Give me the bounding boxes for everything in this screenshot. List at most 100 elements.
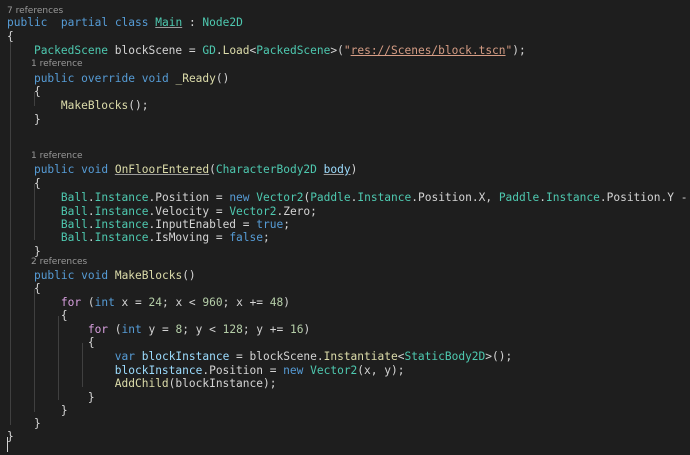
code-token: ) <box>303 323 311 336</box>
code-line: var blockInstance = blockScene.Instantia… <box>7 350 512 363</box>
code-line: } <box>7 113 41 126</box>
code-line: { <box>7 85 41 98</box>
code-token: ; y += <box>242 323 290 336</box>
code-line: } <box>7 391 95 404</box>
code-token: public <box>7 16 48 29</box>
code-token: Instance <box>545 191 600 204</box>
code-token: (x, y); <box>357 364 405 377</box>
code-token: 24 <box>148 296 162 309</box>
code-token: CharacterBody2D <box>215 163 317 176</box>
code-token: Vector2 <box>310 364 358 377</box>
code-token: PackedScene <box>256 44 331 57</box>
code-token: () <box>215 72 230 85</box>
code-token: public <box>33 163 75 176</box>
code-token: ; x < <box>161 296 203 309</box>
code-token: 48 <box>269 296 284 309</box>
code-token: Vector2 <box>229 205 277 218</box>
code-line: } <box>7 404 68 417</box>
code-line: { <box>7 30 14 43</box>
code-token: 960 <box>202 296 223 309</box>
code-line: public void OnFloorEntered(CharacterBody… <box>7 163 357 176</box>
code-token: new <box>229 191 250 204</box>
code-token: } <box>7 113 41 126</box>
code-token: Paddle <box>310 191 351 204</box>
code-token: Instance <box>94 205 149 218</box>
code-line: { <box>7 177 41 190</box>
code-token: (); <box>128 99 149 112</box>
code-token: } <box>7 430 14 443</box>
code-token: .Zero; <box>276 205 317 218</box>
code-token: . <box>215 44 223 57</box>
code-token: Instance <box>94 231 149 244</box>
code-token: body <box>323 163 351 176</box>
code-line: AddChild(blockInstance); <box>7 377 277 390</box>
code-token: blockInstance <box>141 350 230 363</box>
code-token: Paddle <box>498 191 540 204</box>
code-line: public partial class Main : Node2D <box>7 16 243 29</box>
code-token: void <box>81 163 109 176</box>
code-token: public <box>33 269 75 282</box>
code-token: Ball <box>60 205 88 218</box>
code-token: PackedScene <box>33 44 109 57</box>
code-token: Instance <box>94 191 149 204</box>
code-token: Instantiate <box>323 350 398 363</box>
code-token: res://Scenes/block.tscn <box>350 44 506 57</box>
code-token: true <box>256 218 284 231</box>
code-token: 16 <box>289 323 304 336</box>
code-token: int <box>121 323 142 336</box>
code-line: { <box>7 336 95 349</box>
code-token: ) <box>350 163 358 176</box>
code-line: for (int y = 8; y < 128; y += 16) <box>7 323 310 336</box>
code-line: Ball.Instance.Velocity = Vector2.Zero; <box>7 205 317 218</box>
code-token: . <box>87 231 95 244</box>
code-token: { <box>7 336 95 349</box>
code-token: Ball <box>60 191 88 204</box>
code-line: public void MakeBlocks() <box>7 269 196 282</box>
code-token: } <box>7 404 68 417</box>
code-token: ( <box>108 323 122 336</box>
code-token: void <box>81 269 109 282</box>
code-token: void <box>141 72 169 85</box>
code-token: () <box>182 269 196 282</box>
code-token: MakeBlocks <box>60 99 129 112</box>
code-token: { <box>7 309 68 322</box>
code-line: } <box>7 245 41 258</box>
code-token: ) <box>283 296 291 309</box>
code-token: new <box>283 364 304 377</box>
codelens-references[interactable]: 1 reference <box>31 150 83 162</box>
code-token: for <box>60 296 82 309</box>
code-line: PackedScene blockScene = GD.Load<PackedS… <box>7 44 526 57</box>
code-token: y = <box>141 323 176 336</box>
code-token: { <box>7 85 41 98</box>
code-token: .InputEnabled = <box>148 218 257 231</box>
code-token: ( <box>81 296 95 309</box>
code-token: AddChild <box>114 377 169 390</box>
code-token: Node2D <box>202 16 243 29</box>
code-token: { <box>7 30 14 43</box>
code-line: Ball.Instance.Position = new Vector2(Pad… <box>7 191 690 204</box>
code-line: { <box>7 282 41 295</box>
code-token: Instance <box>357 191 412 204</box>
code-editor[interactable]: 7 references 1 reference 1 reference 2 refe… <box>0 0 690 455</box>
code-line: } <box>7 417 41 430</box>
code-token: .Velocity = <box>148 205 230 218</box>
codelens-references[interactable]: 1 reference <box>31 58 83 70</box>
code-token: >( <box>330 44 344 57</box>
code-token: 128 <box>222 323 243 336</box>
code-token: false <box>229 231 263 244</box>
